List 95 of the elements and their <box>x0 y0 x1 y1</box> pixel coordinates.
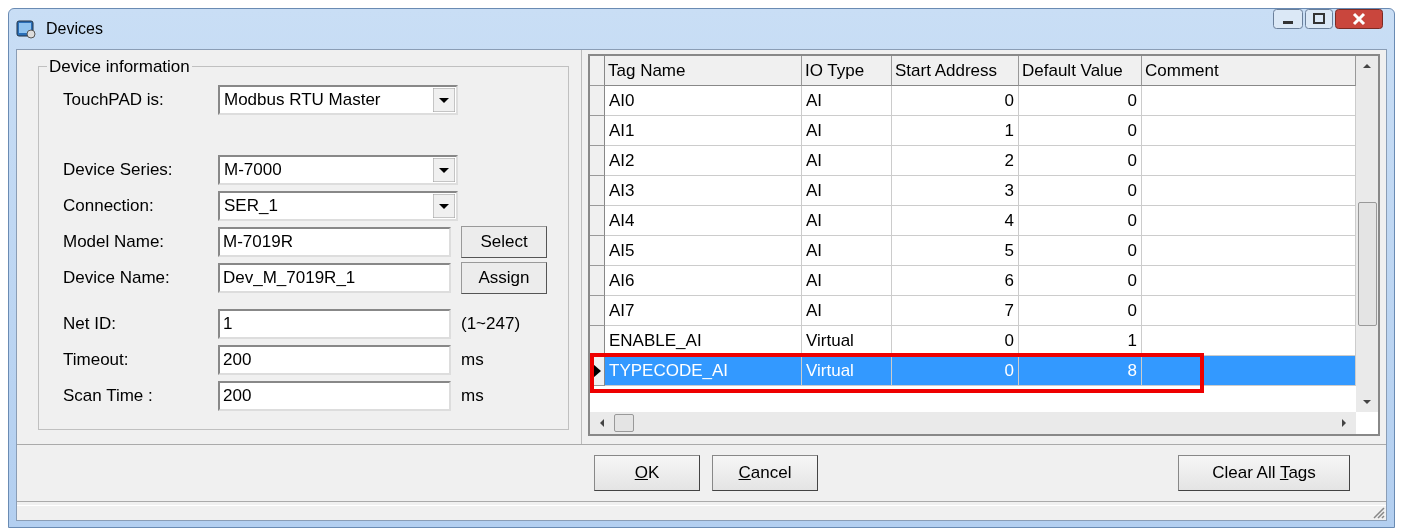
dialog-button[interactable]: Cancel <box>712 455 818 491</box>
table-row[interactable]: AI1 AI 1 0 <box>590 116 1356 146</box>
field-label: Net ID: <box>63 314 117 334</box>
field-label: Scan Time : <box>63 386 154 406</box>
table-cell: AI6 <box>605 266 802 296</box>
resize-grip-icon[interactable] <box>1371 505 1385 519</box>
close-icon[interactable] <box>1335 9 1383 29</box>
column-header[interactable]: Default Value <box>1019 56 1142 86</box>
input-field[interactable]: 200 <box>218 381 451 411</box>
dropdown-arrow-icon[interactable] <box>433 158 455 182</box>
table-row[interactable]: AI5 AI 5 0 <box>590 236 1356 266</box>
scroll-thumb[interactable] <box>614 414 634 432</box>
dialog-button[interactable]: Clear All Tags <box>1178 455 1350 491</box>
table-cell: 0 <box>892 86 1019 116</box>
table-row[interactable]: AI7 AI 7 0 <box>590 296 1356 326</box>
table-cell: Virtual <box>802 326 892 356</box>
table-cell: AI7 <box>605 296 802 326</box>
vertical-scrollbar[interactable] <box>1356 56 1378 412</box>
table-cell: Virtual <box>802 356 892 386</box>
field-label: Model Name: <box>63 232 166 252</box>
column-header[interactable]: Start Address <box>892 56 1019 86</box>
table-cell: AI1 <box>605 116 802 146</box>
table-cell: 0 <box>1019 206 1142 236</box>
table-cell: TYPECODE_AI <box>605 356 802 386</box>
table-cell: 3 <box>892 176 1019 206</box>
table-cell: 6 <box>892 266 1019 296</box>
dropdown-arrow-icon[interactable] <box>433 88 455 112</box>
table-cell: AI5 <box>605 236 802 266</box>
table-cell: AI <box>802 116 892 146</box>
input-field[interactable]: Dev_M_7019R_1 <box>218 263 451 293</box>
dropdown-field[interactable]: Modbus RTU Master <box>218 85 458 115</box>
table-cell: AI <box>802 176 892 206</box>
table-cell: 0 <box>892 326 1019 356</box>
horizontal-scrollbar[interactable] <box>590 412 1356 434</box>
table-cell: AI0 <box>605 86 802 116</box>
window-title: Devices <box>46 20 103 38</box>
table-cell: 7 <box>892 296 1019 326</box>
column-header[interactable]: IO Type <box>802 56 892 86</box>
dropdown-arrow-icon[interactable] <box>433 194 455 218</box>
field-label: TouchPAD is: <box>63 90 165 110</box>
table-cell: 0 <box>1019 176 1142 206</box>
input-field[interactable]: 1 <box>218 309 451 339</box>
table-cell: 0 <box>1019 116 1142 146</box>
field-label: Connection: <box>63 196 155 216</box>
side-button[interactable]: Assign <box>461 262 547 294</box>
dropdown-field[interactable]: M-7000 <box>218 155 458 185</box>
dropdown-field[interactable]: SER_1 <box>218 191 458 221</box>
field-label: Timeout: <box>63 350 130 370</box>
unit-label: (1~247) <box>461 314 521 334</box>
table-cell: AI <box>802 266 892 296</box>
table-cell: 1 <box>1019 326 1142 356</box>
table-cell: AI3 <box>605 176 802 206</box>
table-cell: AI <box>802 206 892 236</box>
table-cell: AI <box>802 86 892 116</box>
table-cell: AI2 <box>605 146 802 176</box>
table-cell: ENABLE_AI <box>605 326 802 356</box>
app-icon <box>16 19 36 39</box>
table-cell: 0 <box>1019 86 1142 116</box>
minimize-icon[interactable] <box>1273 9 1303 29</box>
table-cell: 1 <box>892 116 1019 146</box>
table-row[interactable]: AI3 AI 3 0 <box>590 176 1356 206</box>
table-row[interactable]: AI0 AI 0 0 <box>590 86 1356 116</box>
table-cell: 4 <box>892 206 1019 236</box>
scroll-down-icon[interactable] <box>1362 398 1372 406</box>
field-label: Device Series: <box>63 160 174 180</box>
input-field[interactable]: 200 <box>218 345 451 375</box>
maximize-icon[interactable] <box>1305 9 1333 29</box>
table-cell: 5 <box>892 236 1019 266</box>
table-cell: 8 <box>1019 356 1142 386</box>
table-cell: AI <box>802 296 892 326</box>
scroll-left-icon[interactable] <box>598 418 606 428</box>
column-header[interactable]: Comment <box>1142 56 1356 86</box>
current-row-icon <box>593 363 601 378</box>
table-row[interactable]: AI2 AI 2 0 <box>590 146 1356 176</box>
field-label: Device Name: <box>63 268 171 288</box>
unit-label: ms <box>461 386 484 406</box>
table-row[interactable]: AI4 AI 4 0 <box>590 206 1356 236</box>
scroll-thumb[interactable] <box>1358 202 1377 326</box>
scroll-right-icon[interactable] <box>1340 418 1348 428</box>
column-header[interactable]: Tag Name <box>605 56 802 86</box>
table-cell: AI <box>802 146 892 176</box>
scroll-up-icon[interactable] <box>1362 62 1372 70</box>
table-cell: 2 <box>892 146 1019 176</box>
input-field[interactable]: M-7019R <box>218 227 451 257</box>
table-cell: 0 <box>1019 236 1142 266</box>
table-cell: AI4 <box>605 206 802 236</box>
dialog-button[interactable]: OK <box>594 455 700 491</box>
table-cell: 0 <box>1019 266 1142 296</box>
table-cell: 0 <box>1019 146 1142 176</box>
side-button[interactable]: Select <box>461 226 547 258</box>
table-cell: AI <box>802 236 892 266</box>
table-row[interactable]: AI6 AI 6 0 <box>590 266 1356 296</box>
unit-label: ms <box>461 350 484 370</box>
table-cell: 0 <box>1019 296 1142 326</box>
table-cell: 0 <box>892 356 1019 386</box>
